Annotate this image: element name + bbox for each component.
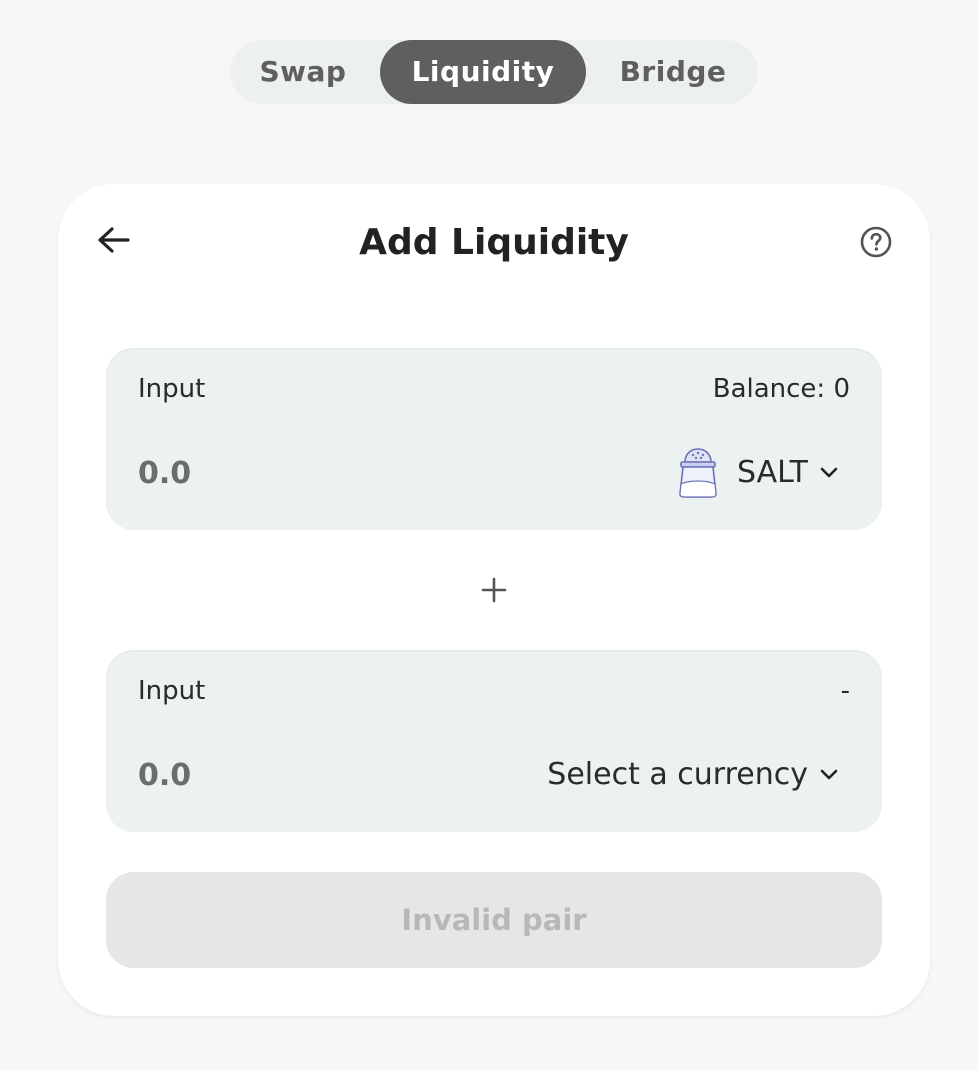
submit-button[interactable]: Invalid pair (106, 872, 882, 968)
balance-label: - (840, 676, 850, 706)
tab-liquidity[interactable]: Liquidity (380, 40, 586, 104)
mode-tabs: Swap Liquidity Bridge (230, 40, 758, 104)
amount-input-a[interactable] (138, 448, 438, 498)
input-label: Input (138, 374, 206, 404)
question-circle-icon (860, 226, 892, 258)
balance-label: Balance: 0 (712, 374, 850, 404)
input-label: Input (138, 676, 206, 706)
currency-select-b[interactable]: Select a currency (547, 744, 840, 804)
salt-shaker-icon (679, 448, 717, 498)
plus-icon (481, 577, 507, 603)
arrow-left-icon (98, 227, 130, 253)
page-title: Add Liquidity (359, 222, 629, 263)
back-button[interactable] (94, 222, 134, 262)
input-panel-b: Input - Select a currency (106, 650, 882, 832)
help-button[interactable] (858, 224, 894, 260)
tab-bridge[interactable]: Bridge (602, 40, 744, 104)
currency-label-b: Select a currency (547, 756, 808, 792)
currency-select-a[interactable]: SALT (675, 442, 840, 502)
tab-swap[interactable]: Swap (240, 40, 366, 104)
amount-input-b[interactable] (138, 750, 438, 800)
currency-label-a: SALT (736, 454, 808, 490)
input-panel-a: Input Balance: 0 SALT (106, 348, 882, 530)
chevron-down-icon (820, 769, 838, 780)
chevron-down-icon (820, 467, 838, 478)
